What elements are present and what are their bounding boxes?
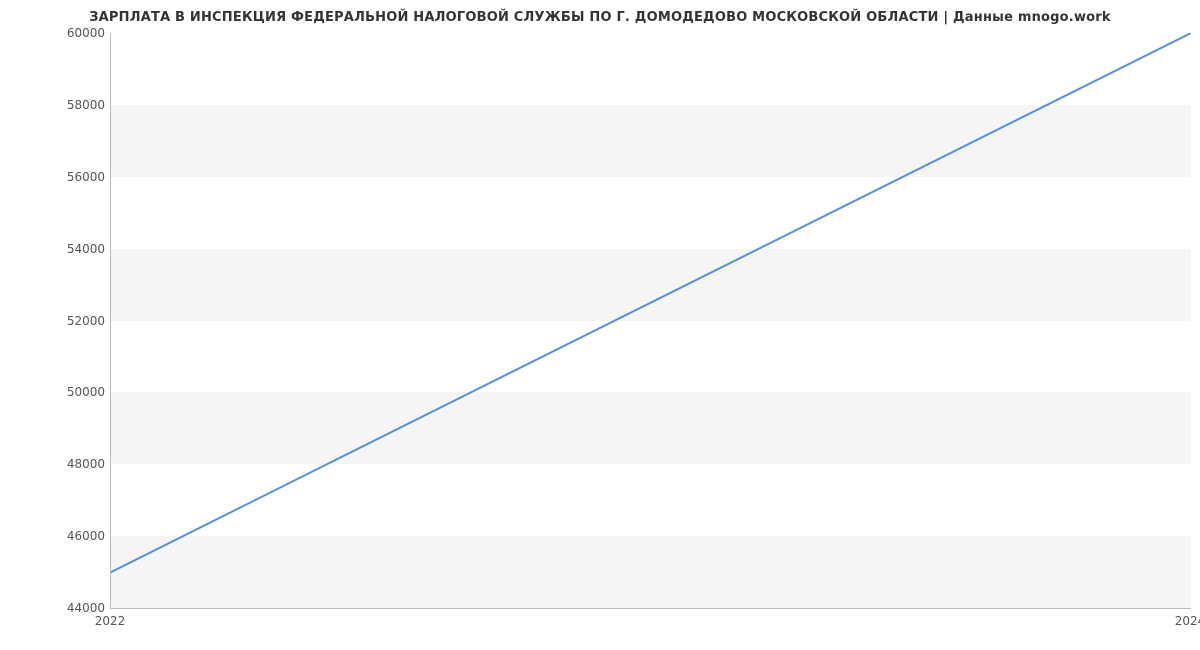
y-tick-label: 56000 [15,170,105,184]
data-line [111,33,1191,608]
y-tick-label: 50000 [15,385,105,399]
y-tick-label: 46000 [15,529,105,543]
y-tick-label: 60000 [15,26,105,40]
y-tick-label: 44000 [15,601,105,615]
chart-title: ЗАРПЛАТА В ИНСПЕКЦИЯ ФЕДЕРАЛЬНОЙ НАЛОГОВ… [0,10,1200,25]
y-tick-label: 48000 [15,457,105,471]
x-tick-label: 2024 [1175,614,1200,628]
salary-line-chart: ЗАРПЛАТА В ИНСПЕКЦИЯ ФЕДЕРАЛЬНОЙ НАЛОГОВ… [0,0,1200,650]
y-tick-label: 54000 [15,242,105,256]
x-tick-label: 2022 [95,614,126,628]
plot-area [110,33,1191,609]
y-tick-label: 52000 [15,314,105,328]
y-tick-label: 58000 [15,98,105,112]
